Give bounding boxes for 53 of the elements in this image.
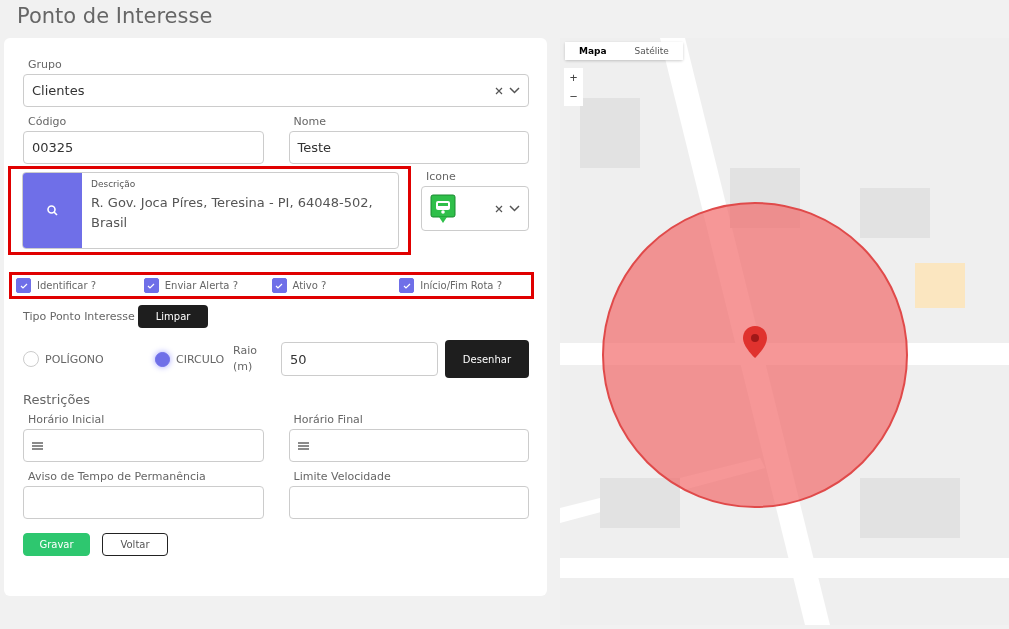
icon-select[interactable] <box>421 186 529 231</box>
field-label: Código <box>28 115 68 128</box>
name-field[interactable]: Teste <box>288 131 529 164</box>
draw-button[interactable]: Desenhar <box>444 340 529 378</box>
page-title: Ponto de Interesse <box>17 4 214 30</box>
group-select[interactable]: Clientes <box>23 74 529 107</box>
field-label: Limite Velocidade <box>293 470 392 483</box>
field-label: Horário Final <box>293 413 364 426</box>
time-field[interactable] <box>23 429 264 462</box>
clock-menu-icon <box>297 441 310 450</box>
back-button[interactable]: Voltar <box>102 533 168 556</box>
checkbox[interactable] <box>16 278 31 293</box>
field-label: Icone <box>426 170 457 183</box>
map-type-tab[interactable]: Mapa <box>565 42 621 60</box>
checkbox[interactable] <box>143 278 159 293</box>
radius-field[interactable]: 50 <box>281 342 438 376</box>
text-field[interactable] <box>23 486 264 519</box>
clear-button[interactable]: Limpar <box>137 305 209 328</box>
checkbox-label: Enviar Alerta ? <box>164 280 238 291</box>
radio-label: POLÍGONO <box>45 352 104 366</box>
field-label: Descrição <box>91 179 137 189</box>
field-label: Horário Inicial <box>28 413 106 426</box>
clear-icon <box>495 86 503 95</box>
radio-label: CIRCULO <box>176 352 225 366</box>
check-icon <box>147 282 156 289</box>
check-icon <box>275 282 283 289</box>
map-type-tab[interactable]: Satélite <box>620 42 683 60</box>
search-icon <box>47 205 58 216</box>
chevron-down-icon <box>509 205 520 212</box>
field-label: Grupo <box>28 58 63 71</box>
section-label: Tipo Ponto Interesse <box>23 310 135 323</box>
chevron-down-icon <box>509 87 520 94</box>
radio-button[interactable] <box>155 351 170 367</box>
description-text: R. Gov. Joca Píres, Teresina - PI, 64048-502, Brasil <box>91 194 374 232</box>
text-field[interactable] <box>288 486 529 519</box>
field-label: Aviso de Tempo de Permanência <box>28 470 207 483</box>
time-field[interactable] <box>288 429 529 462</box>
checkbox-label: Ativo ? <box>292 280 327 291</box>
checkbox[interactable] <box>399 278 415 293</box>
check-icon <box>19 282 28 289</box>
radio-button[interactable] <box>23 351 39 367</box>
clock-menu-icon <box>32 441 44 450</box>
section-title: Restrições <box>23 392 92 407</box>
description-field[interactable]: Descrição R. Gov. Joca Píres, Teresina - PI, 64048-502, Brasil <box>22 172 399 249</box>
clear-icon <box>495 204 503 213</box>
radius-label: Raio (m) <box>233 343 258 375</box>
checkbox-label: Identificar ? <box>37 280 96 291</box>
field-label: Nome <box>293 115 327 128</box>
check-icon <box>402 282 411 289</box>
checkbox[interactable] <box>271 278 287 293</box>
checkbox-label: Início/Fim Rota ? <box>420 280 502 291</box>
trailer-pin-icon <box>430 193 456 224</box>
code-field[interactable]: 00325 <box>23 131 264 164</box>
